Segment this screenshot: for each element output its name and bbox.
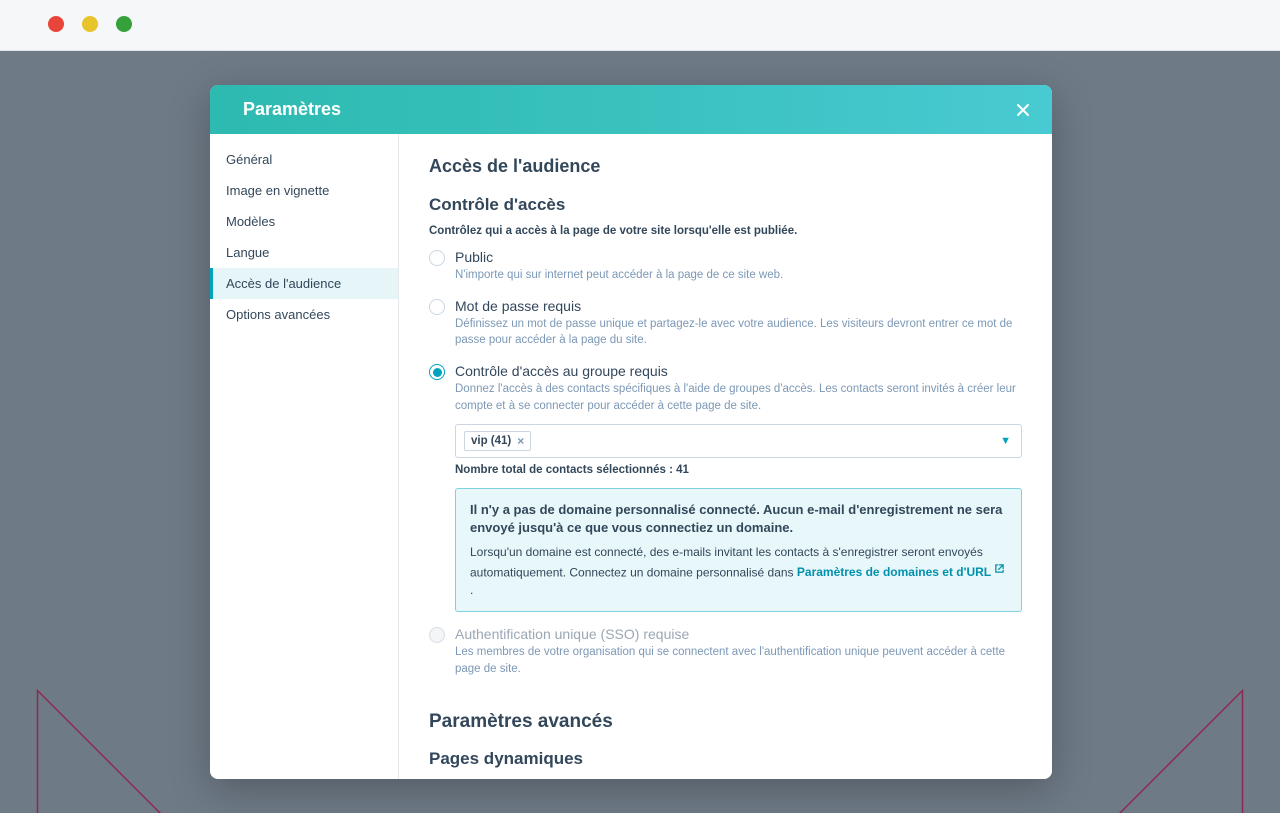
total-contacts: Nombre total de contacts sélectionnés : … xyxy=(455,464,1022,476)
option-password: Mot de passe requis Définissez un mot de… xyxy=(429,298,1022,349)
traffic-red xyxy=(48,16,64,32)
option-group-label: Contrôle d'accès au groupe requis xyxy=(455,363,1022,379)
settings-content: Accès de l'audience Contrôle d'accès Con… xyxy=(399,134,1052,779)
option-sso-desc: Les membres de votre organisation qui se… xyxy=(455,644,1022,677)
modal-header: Paramètres xyxy=(210,85,1052,134)
traffic-yellow xyxy=(82,16,98,32)
section-acl-subtitle: Contrôlez qui a accès à la page de votre… xyxy=(429,225,1022,237)
group-select[interactable]: vip (41) × ▼ xyxy=(455,424,1022,458)
section-advanced-title: Paramètres avancés xyxy=(429,711,1022,733)
option-password-desc: Définissez un mot de passe unique et par… xyxy=(455,316,1022,349)
radio-group[interactable] xyxy=(429,364,445,380)
group-tag: vip (41) × xyxy=(464,431,531,451)
sidebar-item-audience-access[interactable]: Accès de l'audience xyxy=(210,268,398,299)
radio-password[interactable] xyxy=(429,299,445,315)
page-heading: Accès de l'audience xyxy=(429,156,1022,177)
sidebar-item-thumbnail[interactable]: Image en vignette xyxy=(210,175,398,206)
sidebar-item-language[interactable]: Langue xyxy=(210,237,398,268)
option-group: Contrôle d'accès au groupe requis Donnez… xyxy=(429,363,1022,414)
option-password-label: Mot de passe requis xyxy=(455,298,1022,314)
traffic-green xyxy=(116,16,132,32)
settings-sidebar: Général Image en vignette Modèles Langue… xyxy=(210,134,399,779)
group-tag-text: vip (41) xyxy=(471,435,511,447)
section-dynamic-title: Pages dynamiques xyxy=(429,749,1022,769)
close-button[interactable] xyxy=(1012,99,1034,121)
option-sso: Authentification unique (SSO) requise Le… xyxy=(429,626,1022,677)
domain-warning-suffix: . xyxy=(470,583,473,597)
window-traffic-lights xyxy=(48,16,132,32)
sidebar-item-advanced-options[interactable]: Options avancées xyxy=(210,299,398,330)
external-link-icon xyxy=(994,562,1005,579)
modal-body: Général Image en vignette Modèles Langue… xyxy=(210,134,1052,779)
sidebar-item-templates[interactable]: Modèles xyxy=(210,206,398,237)
option-public-label: Public xyxy=(455,249,1022,265)
domain-settings-link[interactable]: Paramètres de domaines et d'URL xyxy=(797,565,1005,579)
option-group-desc: Donnez l'accès à des contacts spécifique… xyxy=(455,381,1022,414)
dropdown-caret-icon: ▼ xyxy=(1000,435,1011,447)
decorative-triangle-left xyxy=(30,683,180,813)
group-tag-remove[interactable]: × xyxy=(517,434,524,448)
radio-sso xyxy=(429,627,445,643)
decorative-triangle-right xyxy=(1100,683,1250,813)
close-icon xyxy=(1015,102,1031,118)
section-acl-title: Contrôle d'accès xyxy=(429,195,1022,215)
option-sso-label: Authentification unique (SSO) requise xyxy=(455,626,1022,642)
domain-warning-title: Il n'y a pas de domaine personnalisé con… xyxy=(470,501,1007,536)
option-public-desc: N'importe qui sur internet peut accéder … xyxy=(455,267,1022,284)
domain-warning: Il n'y a pas de domaine personnalisé con… xyxy=(455,488,1022,612)
backdrop: Paramètres Général Image en vignette Mod… xyxy=(0,51,1280,813)
domain-warning-desc: Lorsqu'un domaine est connecté, des e-ma… xyxy=(470,544,1007,599)
radio-public[interactable] xyxy=(429,250,445,266)
settings-modal: Paramètres Général Image en vignette Mod… xyxy=(210,85,1052,779)
sidebar-item-general[interactable]: Général xyxy=(210,144,398,175)
option-public: Public N'importe qui sur internet peut a… xyxy=(429,249,1022,284)
modal-title: Paramètres xyxy=(243,99,341,120)
